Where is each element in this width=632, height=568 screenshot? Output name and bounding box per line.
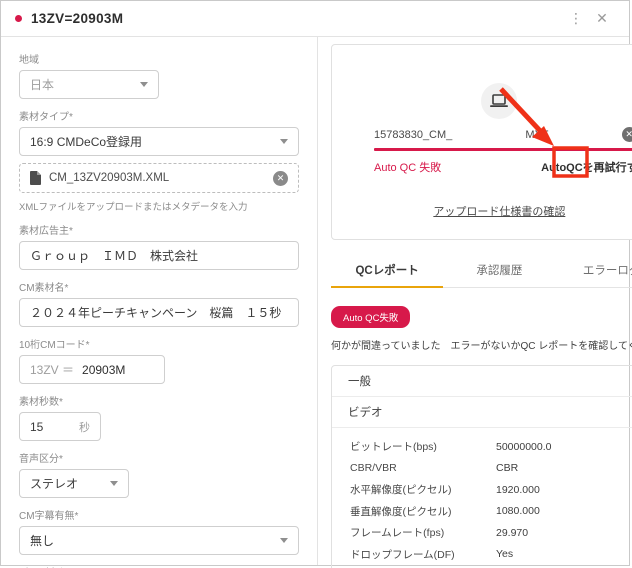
qc-status-row: Auto QC 失敗 AutoQCを再試行する (374, 159, 632, 175)
material-type-label: 素材タイプ* (19, 108, 299, 123)
region-value: 日本 (30, 76, 54, 93)
qc-report-card: 一般 ビデオ ビットレート(bps)50000000.0 CBR/VBRCBR … (331, 365, 632, 568)
kebab-menu-icon[interactable]: ⋮ (563, 6, 589, 32)
cm-code-input[interactable]: 13ZV ＝ 20903M (19, 355, 165, 384)
row-label: ビットレート(bps) (350, 439, 496, 454)
uploaded-file-row: 15783830_CM_ MXF ✕ (374, 127, 632, 142)
page-title: 13ZV=20903M (31, 11, 123, 26)
retry-autoqc-button[interactable]: AutoQCを再試行する (541, 159, 632, 175)
table-row: CBR/VBRCBR (350, 458, 632, 480)
upload-and-qc-panel: 15783830_CM_ MXF ✕ Auto QC 失敗 AutoQCを再試行… (318, 37, 632, 565)
xml-file-chip[interactable]: CM_13ZV20903M.XML ✕ (19, 163, 299, 193)
additional-info-label: 追加情報 (19, 564, 71, 568)
duration-unit: 秒 (79, 419, 90, 435)
document-icon (30, 171, 41, 185)
tab-error-log[interactable]: エラーログ (555, 256, 632, 288)
subtitle-value: 無し (30, 532, 54, 549)
xml-file-name: CM_13ZV20903M.XML (49, 172, 273, 184)
close-icon[interactable]: ✕ (589, 6, 615, 32)
table-row: ドロップフレーム(DF)Yes (350, 544, 632, 566)
chevron-down-icon (280, 538, 288, 543)
dialog-window: 13ZV=20903M ⋮ ✕ 地域 日本 素材タイプ* 16:9 CMDeCo… (0, 0, 630, 566)
duration-input[interactable]: 15 秒 (19, 412, 101, 441)
upload-spec-link[interactable]: アップロード仕様書の確認 (332, 203, 632, 219)
uploaded-file-ext: MXF (525, 129, 548, 141)
row-value: 50000000.0 (496, 441, 551, 453)
qc-fail-text: Auto QC 失敗 (374, 159, 441, 175)
report-tabs: QCレポート 承認履歴 エラーログ (331, 256, 632, 288)
row-value: CBR (496, 462, 518, 474)
video-details: ビットレート(bps)50000000.0 CBR/VBRCBR 水平解像度(ピ… (332, 428, 632, 568)
row-label: CBR/VBR (350, 462, 496, 474)
status-dot-icon (15, 15, 22, 22)
duration-label: 素材秒数* (19, 393, 299, 408)
row-value: Yes (496, 548, 513, 560)
table-row: フレームレート(fps)29.970 (350, 522, 632, 544)
tab-qc-report[interactable]: QCレポート (331, 256, 443, 288)
chevron-down-icon (110, 481, 118, 486)
upload-progress-bar (374, 148, 632, 151)
row-label: ドロップフレーム(DF) (350, 547, 496, 562)
subtitle-select[interactable]: 無し (19, 526, 299, 555)
video-section-accordion[interactable]: ビデオ (332, 397, 632, 428)
tab-approval-history[interactable]: 承認履歴 (443, 256, 555, 288)
subtitle-label: CM字幕有無* (19, 507, 299, 522)
cm-code-prefix: 13ZV ＝ (30, 361, 74, 378)
row-label: フレームレート(fps) (350, 525, 496, 540)
dialog-header: 13ZV=20903M ⋮ ✕ (1, 1, 629, 37)
row-value: 1920.000 (496, 484, 540, 496)
cm-name-label: CM素材名* (19, 279, 299, 294)
duration-value: 15 (30, 420, 43, 434)
region-label: 地域 (19, 51, 299, 66)
advertiser-input[interactable] (19, 241, 299, 270)
remove-upload-icon[interactable]: ✕ (622, 127, 632, 142)
region-select[interactable]: 日本 (19, 70, 159, 99)
audio-type-select[interactable]: ステレオ (19, 469, 129, 498)
row-label: 水平解像度(ピクセル) (350, 482, 496, 497)
chevron-down-icon (280, 139, 288, 144)
upload-card: 15783830_CM_ MXF ✕ Auto QC 失敗 AutoQCを再試行… (331, 44, 632, 240)
audio-type-value: ステレオ (30, 475, 78, 492)
material-type-value: 16:9 CMDeCo登録用 (30, 133, 142, 150)
row-label: 垂直解像度(ピクセル) (350, 504, 496, 519)
autoqc-fail-badge: Auto QC失敗 (331, 306, 410, 328)
table-row: 水平解像度(ピクセル)1920.000 (350, 479, 632, 501)
audio-type-label: 音声区分* (19, 450, 299, 465)
chevron-down-icon (140, 82, 148, 87)
table-row: 垂直解像度(ピクセル)1080.000 (350, 501, 632, 523)
advertiser-label: 素材広告主* (19, 222, 299, 237)
cm-code-label: 10桁CMコード* (19, 336, 299, 351)
additional-info-accordion[interactable]: 追加情報 (19, 559, 299, 568)
remove-xml-file-icon[interactable]: ✕ (273, 171, 288, 186)
cm-name-input[interactable] (19, 298, 299, 327)
material-type-select[interactable]: 16:9 CMDeCo登録用 (19, 127, 299, 156)
row-value: 29.970 (496, 527, 528, 539)
cm-code-value: 20903M (82, 363, 125, 377)
media-file-icon (481, 83, 517, 119)
qc-error-message: 何かが間違っていました エラーがないかQC レポートを確認してください (331, 337, 632, 352)
general-section-accordion[interactable]: 一般 (332, 366, 632, 397)
xml-helper-text: XMLファイルをアップロードまたはメタデータを入力 (19, 199, 299, 213)
video-section-label: ビデオ (348, 404, 383, 420)
uploaded-file-name: 15783830_CM_ (374, 129, 452, 141)
row-value: 1080.000 (496, 505, 540, 517)
table-row: ビットレート(bps)50000000.0 (350, 436, 632, 458)
metadata-form: 地域 日本 素材タイプ* 16:9 CMDeCo登録用 CM_13ZV20903… (1, 37, 318, 565)
general-section-label: 一般 (348, 373, 371, 389)
